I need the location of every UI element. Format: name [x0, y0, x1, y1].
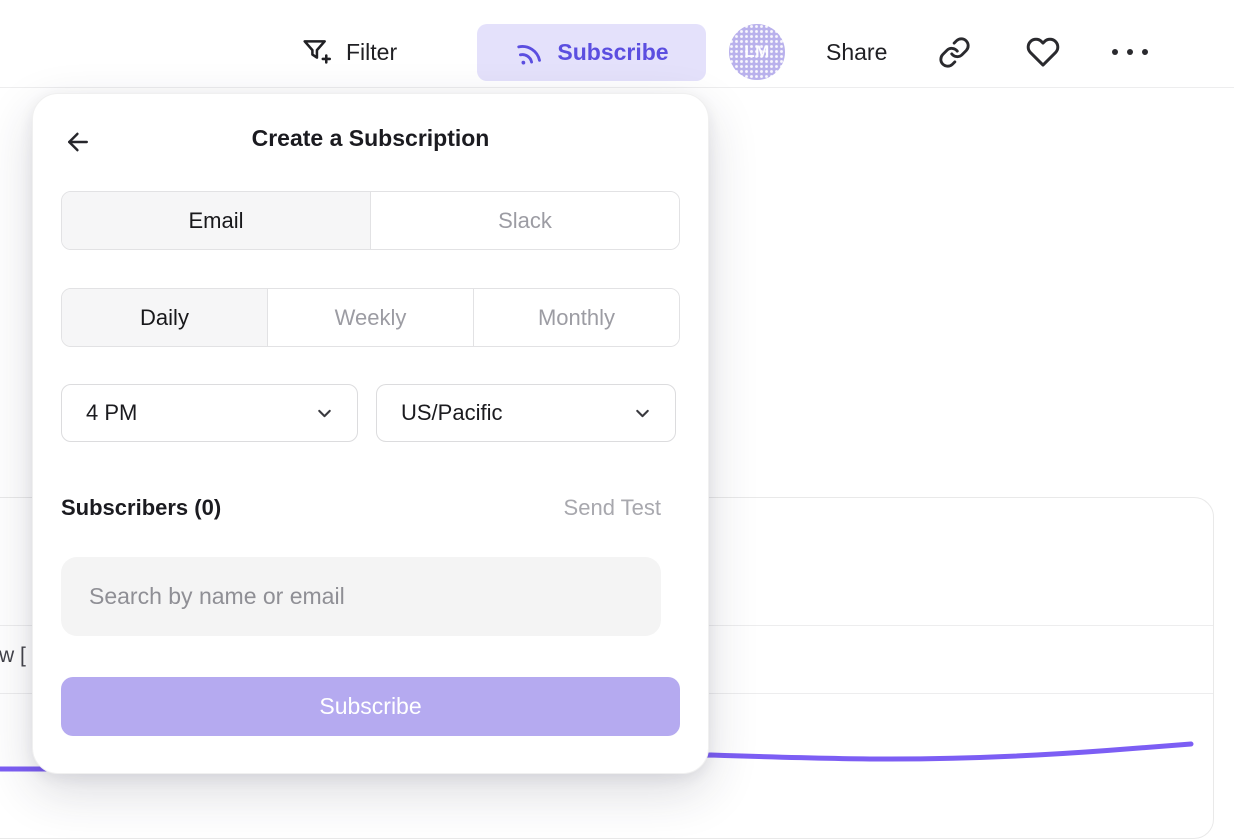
more-menu-button[interactable] [1112, 26, 1148, 78]
subscription-modal: Create a Subscription Email Slack Daily … [32, 93, 709, 774]
send-test-button[interactable]: Send Test [564, 495, 661, 521]
avatar-initials: LM [744, 42, 770, 62]
subscriber-search-input[interactable] [61, 557, 661, 636]
share-button[interactable]: Share [826, 26, 887, 78]
copy-link-button[interactable] [938, 26, 971, 78]
subscribe-label: Subscribe [557, 39, 668, 66]
frequency-tabs: Daily Weekly Monthly [61, 288, 680, 347]
favorite-button[interactable] [1026, 26, 1060, 78]
chevron-down-icon [632, 403, 653, 424]
filter-label: Filter [346, 39, 397, 66]
timezone-select[interactable]: US/Pacific [376, 384, 676, 442]
subscribers-row: Subscribers (0) Send Test [61, 495, 661, 521]
toolbar: Filter Subscribe LM Share [0, 0, 1234, 88]
share-label: Share [826, 39, 887, 66]
subscribe-button[interactable]: Subscribe [477, 24, 706, 81]
rss-icon [514, 38, 544, 68]
tab-monthly[interactable]: Monthly [473, 289, 679, 346]
ellipsis-icon [1112, 49, 1148, 55]
chevron-down-icon [314, 403, 335, 424]
modal-subscribe-button[interactable]: Subscribe [61, 677, 680, 736]
filter-button[interactable]: Filter [300, 26, 397, 78]
filter-plus-icon [300, 36, 332, 68]
modal-title: Create a Subscription [33, 125, 708, 152]
channel-tabs: Email Slack [61, 191, 680, 250]
tab-slack[interactable]: Slack [370, 192, 679, 249]
timezone-select-value: US/Pacific [401, 400, 502, 426]
link-icon [938, 36, 971, 69]
avatar[interactable]: LM [729, 24, 785, 80]
tab-weekly[interactable]: Weekly [267, 289, 473, 346]
tab-daily[interactable]: Daily [62, 289, 267, 346]
time-select[interactable]: 4 PM [61, 384, 358, 442]
time-select-value: 4 PM [86, 400, 137, 426]
subscribers-count-label: Subscribers (0) [61, 495, 221, 521]
heart-icon [1026, 35, 1060, 69]
tab-email[interactable]: Email [62, 192, 370, 249]
